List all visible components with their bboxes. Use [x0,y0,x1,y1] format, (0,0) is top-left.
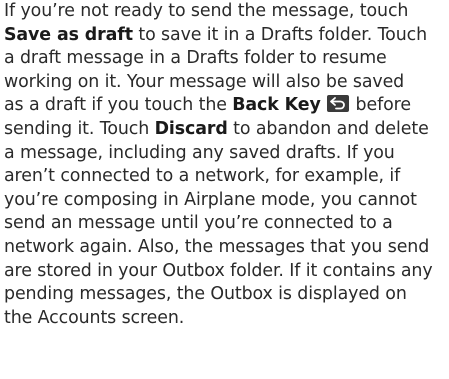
text-line: you’re composing in Airplane mode, you c… [4,189,417,210]
text-line: sending it. Touch Discard to abandon and… [4,118,445,142]
save-as-draft-term: Save as draft [4,24,133,45]
text-fragment: before [350,95,411,116]
text-fragment: to save it in a Drafts folder. Touch [132,24,428,45]
text-line: the Accounts screen. [4,307,185,328]
back-arrow-icon [327,95,350,113]
text-line: working on it. Your message will also be… [4,71,405,92]
text-line: are stored in your Outbox folder. If it … [4,260,433,281]
text-fragment: as a draft if you touch the [4,95,233,116]
back-key-term: Back Key [232,95,321,116]
text-fragment: to abandon and delete [227,118,429,139]
text-line: as a draft if you touch the Back Key bef… [4,94,445,118]
text-line: Save as draft to save it in a Drafts fol… [4,24,445,48]
text-line: network again. Also, the messages that y… [4,236,430,257]
text-line: If you’re not ready to send the message,… [4,1,409,21]
body-paragraph: If you’re not ready to send the message,… [4,0,445,330]
manual-page: If you’re not ready to send the message,… [0,0,449,379]
text-line: aren’t connected to a network, for examp… [4,166,401,187]
text-fragment: sending it. Touch [4,118,155,139]
discard-term: Discard [154,118,228,139]
text-line: a draft message in a Drafts folder to re… [4,48,387,69]
text-line: send an message until you’re connected t… [4,213,393,234]
text-line: a message, including any saved drafts. I… [4,142,395,163]
text-line: pending messages, the Outbox is displaye… [4,284,407,305]
